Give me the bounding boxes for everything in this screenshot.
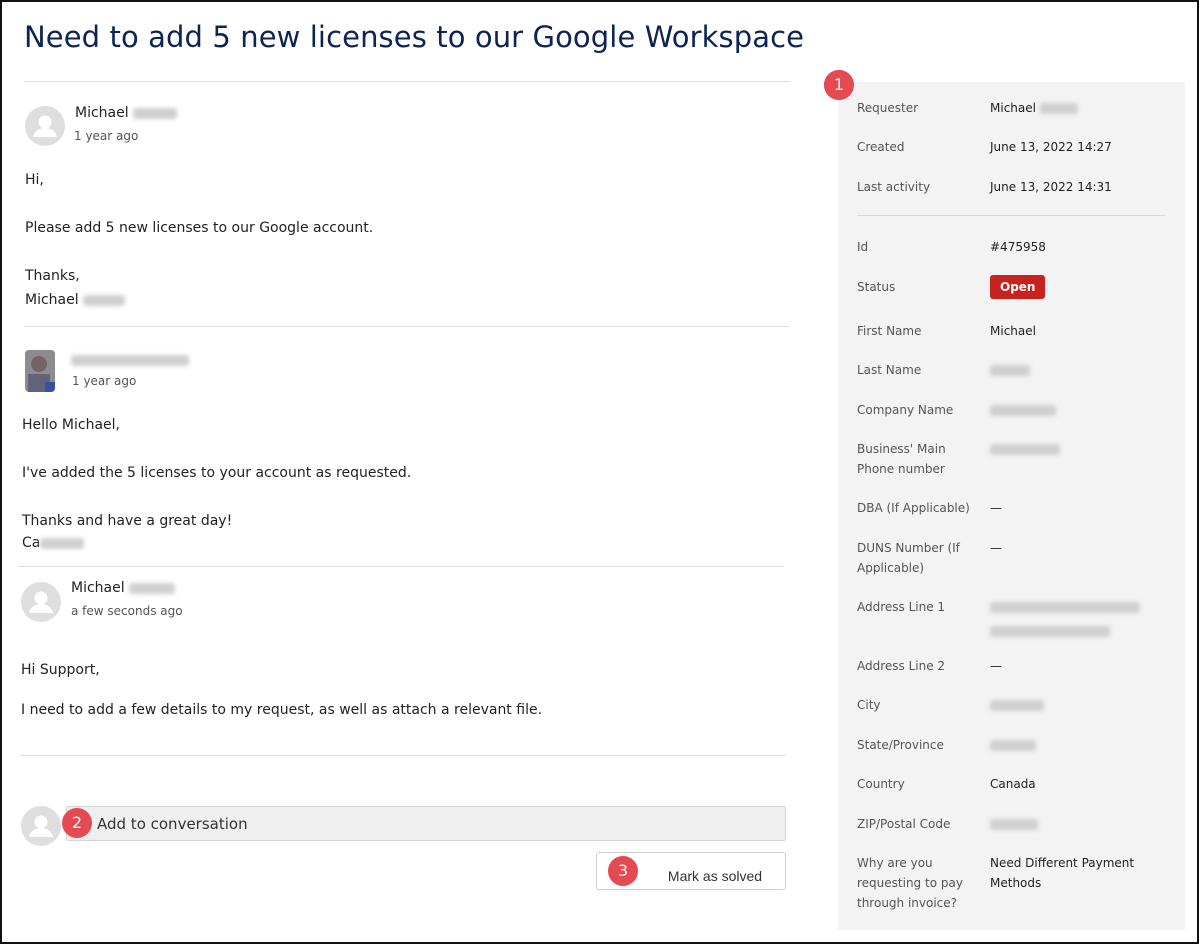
requester-label: Requester [857, 101, 919, 115]
country-label: Country [857, 777, 905, 791]
last-name-value [990, 360, 1170, 380]
status-label: Status [857, 280, 896, 294]
state-value [990, 735, 1170, 755]
requester-value: Michael [990, 98, 1170, 118]
created-label: Created [857, 140, 905, 154]
redacted-value [990, 444, 1060, 455]
message-body: Hi, Please add 5 new licenses to our Goo… [25, 168, 373, 312]
last-activity-value: June 13, 2022 14:31 [990, 180, 1112, 194]
message-line: Hi, [25, 172, 44, 188]
user-photo-icon [25, 350, 55, 392]
divider [21, 755, 786, 756]
address-line-1-label: Address Line 1 [857, 600, 946, 614]
country-value: Canada [990, 777, 1036, 791]
divider [24, 326, 789, 327]
divider [24, 81, 790, 82]
company-name-value [990, 400, 1170, 420]
status-badge: Open [990, 275, 1046, 299]
ticket-page: Need to add 5 new licenses to our Google… [0, 0, 1199, 944]
message-body: Hello Michael, I've added the 5 licenses… [22, 413, 411, 553]
city-label: City [857, 698, 881, 712]
created-value: June 13, 2022 14:27 [990, 140, 1112, 154]
user-icon [33, 115, 57, 137]
redacted-value [990, 626, 1110, 637]
message-line: Michael [25, 288, 373, 312]
message-body: Hi Support, I need to add a few details … [21, 658, 542, 722]
redacted-surname [82, 294, 125, 306]
dba-label: DBA (If Applicable) [857, 501, 970, 515]
redacted-surname [1039, 103, 1078, 114]
redacted-name [71, 354, 189, 366]
message-line: Thanks, [25, 268, 80, 284]
callout-marker: 3 [608, 856, 638, 886]
add-to-conversation-input[interactable]: Add to conversation [66, 806, 786, 841]
message-author [71, 352, 189, 368]
city-value [990, 695, 1170, 715]
duns-value: — [990, 541, 1002, 555]
first-name-value: Michael [990, 324, 1036, 338]
message-line: I need to add a few details to my reques… [21, 702, 543, 718]
zip-value [990, 814, 1170, 834]
redacted-value [990, 602, 1140, 613]
redacted-surname [132, 107, 177, 119]
id-value: #475958 [990, 240, 1046, 254]
redacted-value [990, 405, 1056, 416]
divider [857, 215, 1165, 216]
avatar [25, 106, 65, 146]
message-line: Please add 5 new licenses to our Google … [25, 220, 374, 236]
zip-label: ZIP/Postal Code [857, 817, 951, 831]
callout-marker: 2 [62, 808, 92, 838]
invoice-reason-value: Need Different Payment Methods [990, 856, 1135, 890]
address-line-2-label: Address Line 2 [857, 659, 946, 673]
message-time: 1 year ago [74, 129, 139, 143]
message-line: Thanks and have a great day! [22, 513, 233, 529]
redacted-value [990, 700, 1044, 711]
redacted-value [990, 819, 1038, 830]
agent-avatar [25, 350, 55, 392]
address-line-2-value: — [990, 659, 1002, 673]
message-time: 1 year ago [72, 374, 137, 388]
state-label: State/Province [857, 738, 944, 752]
message-line: I've added the 5 licenses to your accoun… [22, 465, 412, 481]
ticket-title: Need to add 5 new licenses to our Google… [24, 20, 805, 54]
message-line: Ca [22, 533, 411, 553]
redacted-name [40, 537, 85, 549]
last-activity-label: Last activity [857, 180, 931, 194]
user-icon [29, 815, 53, 837]
dba-value: — [990, 501, 1002, 515]
id-label: Id [857, 240, 869, 254]
redacted-surname [128, 582, 175, 594]
duns-label: DUNS Number (If Applicable) [857, 541, 960, 575]
message-author: Michael [75, 105, 177, 121]
message-author: Michael [71, 580, 175, 596]
avatar [21, 582, 61, 622]
current-user-avatar [21, 806, 61, 846]
divider [18, 566, 783, 567]
user-icon [29, 591, 53, 613]
invoice-reason-label: Why are you requesting to pay through in… [857, 856, 963, 910]
redacted-value [990, 365, 1030, 376]
callout-marker: 1 [824, 70, 854, 100]
redacted-value [990, 740, 1036, 751]
phone-value [990, 439, 1170, 459]
phone-label: Business' Main Phone number [857, 442, 946, 476]
message-time: a few seconds ago [71, 604, 183, 618]
first-name-label: First Name [857, 324, 922, 338]
address-line-1-value [990, 597, 1170, 637]
message-line: Hi Support, [21, 662, 100, 678]
company-name-label: Company Name [857, 403, 954, 417]
last-name-label: Last Name [857, 363, 922, 377]
message-line: Hello Michael, [22, 417, 121, 433]
